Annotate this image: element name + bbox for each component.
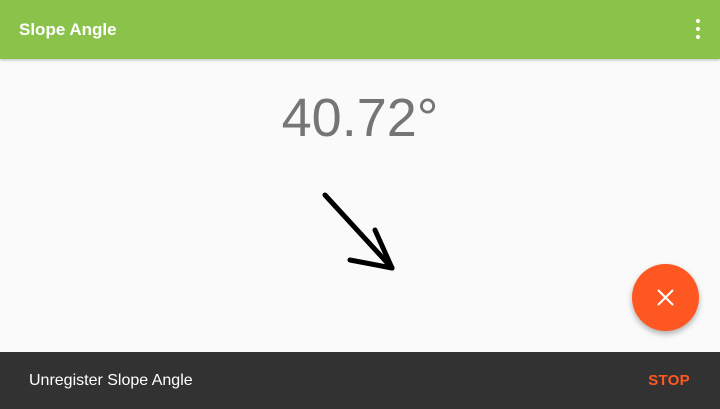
- dot: [696, 19, 700, 23]
- snackbar-message: Unregister Slope Angle: [29, 372, 193, 389]
- angle-readout: 40.72°: [281, 88, 439, 148]
- app-toolbar: Slope Angle: [0, 0, 720, 59]
- close-icon: [657, 289, 674, 306]
- toolbar-title: Slope Angle: [19, 20, 117, 39]
- snackbar: Unregister Slope Angle STOP: [0, 352, 720, 409]
- snackbar-stop-button[interactable]: STOP: [648, 371, 690, 391]
- app-screen: Slope Angle 40.72° Unregister Slope Angl…: [0, 0, 720, 409]
- arrow-down-right-icon: [322, 192, 395, 271]
- dot: [696, 35, 700, 39]
- more-vert-icon[interactable]: [690, 16, 706, 42]
- dot: [696, 27, 700, 31]
- stop-fab-button[interactable]: [632, 264, 699, 331]
